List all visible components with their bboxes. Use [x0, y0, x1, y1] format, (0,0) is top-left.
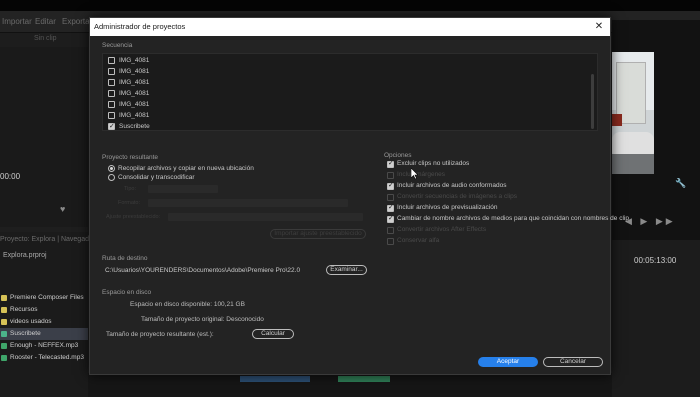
source-clip-label: Sin clip [34, 35, 57, 42]
project-file-item[interactable]: Rooster - Telecasted.mp3 [0, 352, 88, 364]
mouse-cursor-icon [411, 168, 419, 180]
type-select-disabled [148, 185, 218, 193]
checkbox-checked[interactable] [387, 214, 394, 224]
folder-icon [1, 319, 7, 325]
format-select-disabled [148, 199, 348, 207]
timeline-timecode: 00:05:13:00 [634, 256, 677, 265]
options-label: Opciones [384, 152, 412, 159]
browse-button[interactable]: Examinar... [326, 265, 367, 275]
project-file-item[interactable]: Recursos [0, 304, 88, 316]
checkbox-checked[interactable] [387, 181, 394, 191]
program-video-frame [612, 52, 654, 174]
tab-edit[interactable]: Editar [35, 17, 56, 26]
close-icon[interactable]: ✕ [593, 20, 605, 33]
destination-label: Ruta de destino [102, 255, 148, 262]
resulting-size: Tamaño de proyecto resultante (est.): [106, 331, 214, 338]
disk-space-label: Espacio en disco [102, 289, 152, 296]
folder-icon [1, 307, 7, 313]
sequence-scrollbar[interactable] [591, 74, 594, 129]
audio-file-icon [1, 355, 7, 361]
checkbox-checked[interactable] [387, 203, 394, 213]
checkbox[interactable] [387, 172, 394, 179]
preset-label: Ajuste preestablecido: [106, 214, 161, 220]
checkbox[interactable] [387, 194, 394, 201]
transport-controls-icon[interactable]: ◀ ▶ ▶▶ [625, 216, 676, 227]
project-manager-dialog: Administrador de proyectos ✕ Secuencia I… [89, 17, 629, 375]
heart-icon: ♥ [60, 204, 66, 214]
radio-button[interactable] [108, 174, 115, 181]
source-timecode: 00:00 [0, 172, 21, 181]
wrench-icon[interactable]: 🔧 [675, 178, 686, 189]
checkbox[interactable] [387, 227, 394, 234]
original-size: Tamaño de proyecto original: Desconocido [141, 316, 264, 323]
checkbox[interactable] [108, 90, 115, 97]
dialog-titlebar: Administrador de proyectos ✕ [90, 18, 610, 36]
timeline-clip[interactable] [338, 376, 390, 382]
tab-export[interactable]: Exportar [62, 17, 92, 26]
checkbox[interactable] [387, 238, 394, 245]
timeline-clip[interactable] [240, 376, 310, 382]
dialog-title: Administrador de proyectos [94, 22, 186, 31]
preset-select-disabled [168, 213, 363, 221]
checkbox[interactable] [108, 68, 115, 75]
radio-button-selected[interactable] [108, 165, 115, 172]
os-top-strip [0, 0, 700, 11]
audio-file-icon [1, 343, 7, 349]
cancel-button[interactable]: Cancelar [543, 357, 603, 367]
project-name: Explora.prproj [3, 252, 47, 259]
calculate-button[interactable]: Calcular [252, 329, 294, 339]
project-file-item[interactable]: Enough - NEFFEX.mp3 [0, 340, 88, 352]
sequence-section-label: Secuencia [102, 42, 133, 49]
checkbox-checked[interactable] [108, 121, 115, 130]
format-label: Formato: [118, 200, 141, 206]
destination-path: C:\Usuarios\YOURENDERS\Documentos\Adobe\… [105, 267, 301, 274]
sequence-icon [1, 331, 7, 337]
checkbox[interactable] [108, 79, 115, 86]
project-file-item[interactable]: Premiere Composer Files [0, 292, 88, 304]
project-file-item[interactable]: Suscribete [0, 328, 88, 340]
tab-import[interactable]: Importar [2, 17, 32, 26]
checkbox[interactable] [108, 57, 115, 64]
import-preset-button[interactable]: Importar ajuste preestablecido [270, 229, 366, 239]
project-file-item[interactable]: videos usados [0, 316, 88, 328]
source-monitor [0, 47, 88, 227]
checkbox[interactable] [108, 101, 115, 108]
accept-button[interactable]: Aceptar [478, 357, 538, 367]
type-label: Tipo: [124, 186, 137, 192]
checkbox[interactable] [108, 112, 115, 119]
sequence-list: IMG_4081 IMG_4081 IMG_4081 IMG_4081 IMG_… [102, 53, 598, 131]
resulting-project-label: Proyecto resultante [102, 154, 159, 161]
folder-icon [1, 295, 7, 301]
source-panel-header: Sin clip [0, 33, 88, 47]
disk-available: Espacio en disco disponible: 100,21 GB [130, 301, 245, 308]
checkbox-checked[interactable] [387, 159, 394, 169]
